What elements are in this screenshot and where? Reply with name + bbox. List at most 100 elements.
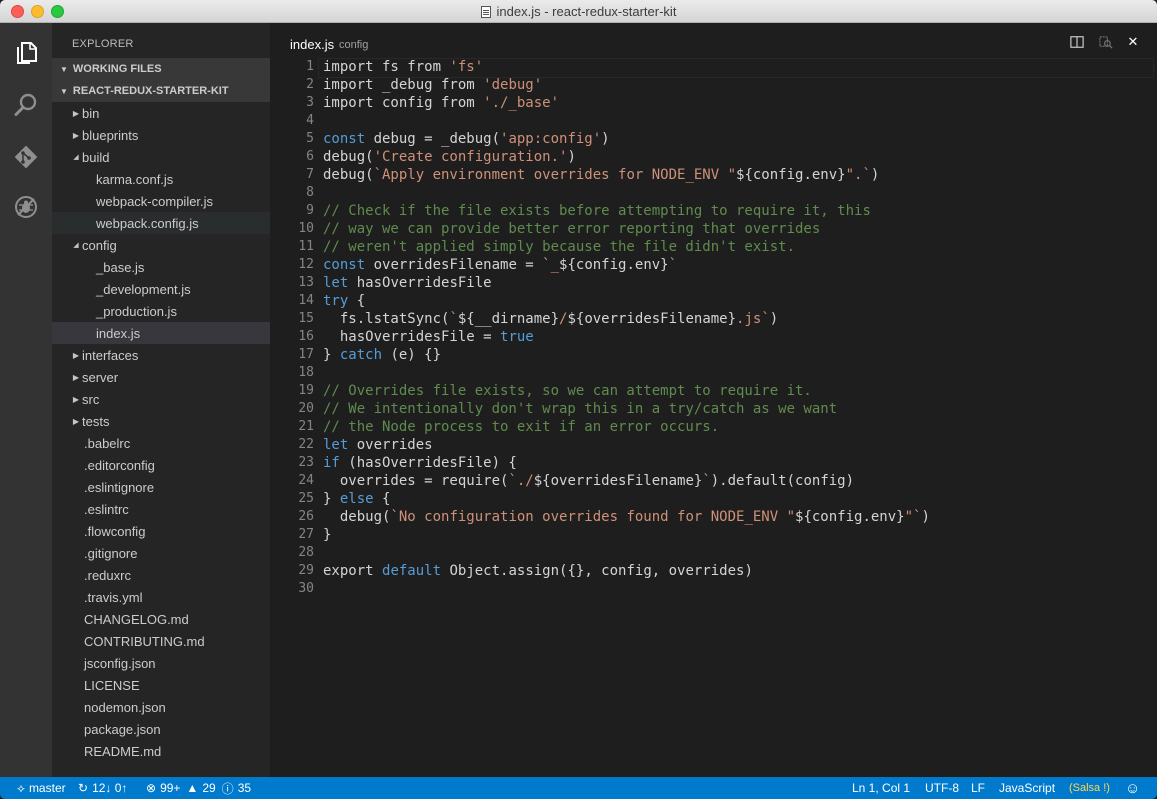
code-token: ).default(config) bbox=[710, 473, 855, 489]
code-token: .js` bbox=[736, 311, 770, 327]
code-token: // the Node process to exit if an error … bbox=[323, 419, 720, 435]
code-token: (hasOverridesFile) { bbox=[339, 455, 517, 471]
code-line: 27} bbox=[270, 526, 1157, 544]
tree-item[interactable]: ◢ config bbox=[52, 234, 270, 256]
tree-item[interactable]: karma.conf.js bbox=[52, 168, 270, 190]
tree-item[interactable]: .travis.yml bbox=[52, 586, 270, 608]
tree-item[interactable]: _production.js bbox=[52, 300, 270, 322]
tree-item[interactable]: webpack.config.js bbox=[52, 212, 270, 234]
chevron-right-icon: ▶ bbox=[72, 394, 80, 404]
tab-description: config bbox=[339, 39, 369, 51]
tree-item[interactable]: ▶ blueprints bbox=[52, 124, 270, 146]
tree-item[interactable]: ◢ build bbox=[52, 146, 270, 168]
tree-item[interactable]: ▶ src bbox=[52, 388, 270, 410]
git-activity-button[interactable] bbox=[0, 132, 52, 182]
warning-count: 29 bbox=[202, 781, 216, 795]
line-number: 24 bbox=[298, 473, 314, 488]
project-section[interactable]: ▼ REACT-REDUX-STARTER-KIT bbox=[52, 80, 270, 102]
tree-item[interactable]: LICENSE bbox=[52, 674, 270, 696]
tree-item[interactable]: _development.js bbox=[52, 278, 270, 300]
tree-item-label: server bbox=[82, 369, 119, 385]
tree-item-label: .eslintrc bbox=[84, 501, 129, 517]
tree-item[interactable]: .flowconfig bbox=[52, 520, 270, 542]
code-token: } bbox=[323, 347, 340, 363]
tree-item[interactable]: .editorconfig bbox=[52, 454, 270, 476]
explorer-activity-button[interactable] bbox=[0, 28, 52, 78]
code-line: 14 try { bbox=[270, 292, 1157, 310]
tree-item-label: .editorconfig bbox=[84, 457, 155, 473]
search-activity-button[interactable] bbox=[0, 80, 52, 130]
line-number: 13 bbox=[298, 275, 314, 290]
linter-status[interactable]: (Salsa !) bbox=[1069, 777, 1110, 799]
code-token: ) bbox=[567, 149, 576, 165]
tree-item[interactable]: .babelrc bbox=[52, 432, 270, 454]
tree-item-label: .eslintignore bbox=[84, 479, 155, 495]
line-number: 27 bbox=[298, 527, 314, 542]
line-number: 16 bbox=[298, 329, 314, 344]
tree-item[interactable]: index.js bbox=[52, 322, 270, 344]
working-files-label: WORKING FILES bbox=[72, 63, 162, 75]
line-number: 11 bbox=[298, 239, 314, 254]
tree-item[interactable]: nodemon.json bbox=[52, 696, 270, 718]
document-icon bbox=[480, 5, 491, 18]
debug-activity-button[interactable] bbox=[0, 182, 52, 232]
debug-icon bbox=[15, 196, 37, 218]
tab-index-js[interactable]: index.js bbox=[290, 37, 334, 52]
tree-item[interactable]: CHANGELOG.md bbox=[52, 608, 270, 630]
tree-item-label: src bbox=[82, 391, 100, 407]
encoding-indicator[interactable]: UTF-8 bbox=[925, 777, 959, 799]
tree-item[interactable]: CONTRIBUTING.md bbox=[52, 630, 270, 652]
line-number: 1 bbox=[306, 59, 314, 74]
tree-item[interactable]: .reduxrc bbox=[52, 564, 270, 586]
tree-item[interactable]: .gitignore bbox=[52, 542, 270, 564]
tree-item[interactable]: .eslintrc bbox=[52, 498, 270, 520]
code-token: 'fs' bbox=[449, 59, 484, 75]
code-token: ) bbox=[870, 167, 880, 183]
split-editor-button[interactable] bbox=[1069, 34, 1085, 50]
tree-item[interactable]: jsconfig.json bbox=[52, 652, 270, 674]
working-files-section[interactable]: ▼ WORKING FILES bbox=[52, 58, 270, 80]
vscode-window: index.js - react-redux-starter-kit EXPLO… bbox=[0, 0, 1157, 799]
code-line: 9 // Check if the file exists before atte… bbox=[270, 202, 1157, 220]
branch-indicator[interactable]: ⟡ master bbox=[17, 777, 66, 799]
tree-item[interactable]: ▶ interfaces bbox=[52, 344, 270, 366]
editor-pane: index.js config ✕ 1 import fs from 'fs' 2 i… bbox=[270, 23, 1157, 777]
code-line: 8 bbox=[270, 184, 1157, 202]
open-changes-button[interactable] bbox=[1097, 34, 1113, 50]
tree-item[interactable]: ▶ server bbox=[52, 366, 270, 388]
problems-indicator[interactable]: ⊗ 99+ ▲ 29 ⓘ 35 bbox=[146, 777, 251, 799]
code-area[interactable]: 1 import fs from 'fs' 2 import _debug from … bbox=[270, 58, 1157, 598]
tree-item[interactable]: ▶ tests bbox=[52, 410, 270, 432]
chevron-right-icon: ▶ bbox=[72, 416, 80, 426]
line-number: 21 bbox=[298, 419, 314, 434]
tree-item[interactable]: .eslintignore bbox=[52, 476, 270, 498]
tree-item[interactable]: README.md bbox=[52, 740, 270, 762]
window-title: index.js - react-redux-starter-kit bbox=[496, 4, 677, 19]
line-source: debug('Create configuration.') bbox=[323, 148, 576, 166]
tree-item-label: _development.js bbox=[96, 281, 191, 297]
code-line: 25} else { bbox=[270, 490, 1157, 508]
tree-item[interactable]: _base.js bbox=[52, 256, 270, 278]
language-mode[interactable]: JavaScript bbox=[999, 777, 1055, 799]
tree-item[interactable]: ▶ bin bbox=[52, 102, 270, 124]
feedback-smiley-icon[interactable]: ☺ bbox=[1125, 777, 1140, 799]
code-token: default bbox=[382, 563, 442, 579]
code-token: let bbox=[323, 437, 349, 453]
code-token: debug( bbox=[323, 167, 374, 183]
code-token: // way we can provide better error repor… bbox=[323, 221, 821, 237]
sync-indicator[interactable]: ↻ 12↓ 0↑ bbox=[78, 777, 127, 799]
warning-icon: ▲ bbox=[186, 781, 199, 795]
code-token: ` bbox=[449, 311, 458, 327]
line-source: fs.lstatSync(`${__dirname}/${overridesFi… bbox=[323, 310, 778, 328]
line-source: // We intentionally don't wrap this in a… bbox=[323, 400, 837, 418]
tree-item[interactable]: package.json bbox=[52, 718, 270, 740]
close-editor-button[interactable]: ✕ bbox=[1125, 34, 1141, 50]
chevron-down-icon: ◢ bbox=[73, 242, 79, 249]
line-number: 12 bbox=[298, 257, 314, 272]
tree-item[interactable]: webpack-compiler.js bbox=[52, 190, 270, 212]
cursor-position[interactable]: Ln 1, Col 1 bbox=[852, 777, 910, 799]
eol-indicator[interactable]: LF bbox=[971, 777, 985, 799]
sync-icon: ↻ bbox=[78, 781, 89, 795]
code-token: let bbox=[323, 275, 349, 291]
code-line: 7 debug(`Apply environment overrides for … bbox=[270, 166, 1157, 184]
